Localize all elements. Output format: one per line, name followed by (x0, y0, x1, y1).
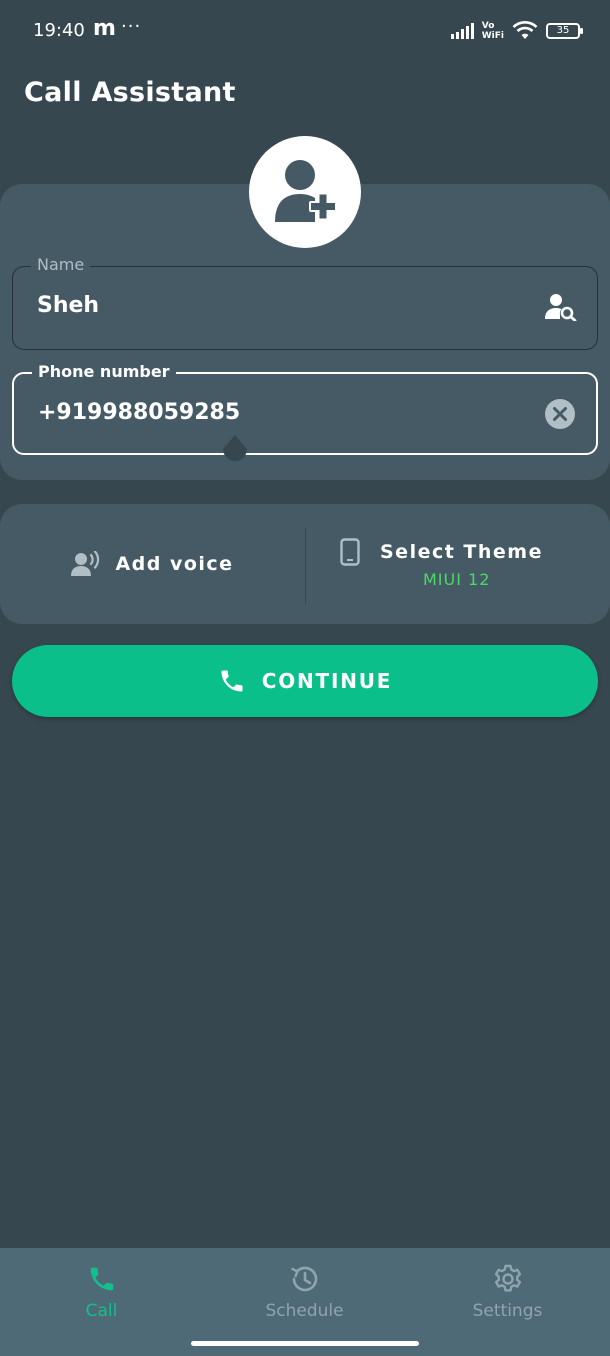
add-person-icon (275, 160, 337, 222)
bottom-navigation: Call Schedule Settings (0, 1248, 610, 1356)
text-cursor-handle[interactable] (221, 435, 249, 465)
clock-history-icon (290, 1266, 317, 1292)
call-assistant-screen: 19:40 m ··· Vo WiFi 35 Call Assistant Na… (0, 0, 610, 1356)
voice-person-icon (71, 551, 100, 576)
more-notifications-icon: ··· (121, 16, 142, 37)
phone-device-icon (340, 538, 360, 566)
nav-item-call[interactable]: Call (0, 1248, 203, 1338)
add-voice-button[interactable]: Add voice (0, 504, 305, 624)
wifi-icon (512, 21, 538, 39)
status-bar: 19:40 m ··· Vo WiFi 35 (0, 0, 610, 60)
add-voice-label: Add voice (115, 553, 234, 575)
add-contact-avatar-button[interactable] (249, 136, 361, 248)
gear-icon (494, 1264, 521, 1292)
nav-call-icon-wrap (85, 1262, 119, 1296)
phone-number-field[interactable]: Phone number +919988059285 (12, 362, 598, 455)
clear-icon (545, 399, 575, 429)
signal-icon (450, 23, 474, 39)
nav-label-call: Call (85, 1301, 118, 1321)
home-indicator[interactable] (191, 1341, 419, 1346)
nav-item-settings[interactable]: Settings (406, 1248, 609, 1338)
nav-settings-icon-wrap (491, 1262, 525, 1296)
notification-app-icon: m (93, 16, 116, 41)
select-theme-button[interactable]: Select Theme MIUI 12 (306, 504, 610, 624)
person-search-icon (545, 294, 577, 321)
vowifi-line1: Vo (481, 21, 495, 31)
nav-label-settings: Settings (472, 1301, 543, 1321)
vowifi-indicator: Vo WiFi (482, 21, 504, 41)
page-title: Call Assistant (24, 77, 236, 108)
nav-item-schedule[interactable]: Schedule (203, 1248, 406, 1338)
phone-icon (221, 670, 243, 692)
vowifi-line2: WiFi (481, 31, 504, 41)
name-field-label: Name (31, 255, 91, 275)
select-theme-label: Select Theme (380, 541, 543, 563)
phone-field-value[interactable]: +919988059285 (38, 400, 518, 425)
phone-icon (90, 1267, 113, 1291)
battery-icon: 35 (546, 23, 583, 39)
clear-phone-button[interactable] (544, 398, 576, 430)
continue-label: CONTINUE (261, 669, 393, 693)
name-field-value[interactable]: Sheh (37, 293, 517, 318)
options-card: Add voice Select Theme MIUI 12 (0, 504, 610, 624)
nav-label-schedule: Schedule (265, 1301, 344, 1321)
phone-field-label: Phone number (32, 362, 176, 382)
name-field[interactable]: Name Sheh (12, 255, 598, 350)
contact-search-button[interactable] (545, 291, 577, 323)
status-time: 19:40 (33, 20, 85, 41)
status-indicators: Vo WiFi 35 (450, 18, 583, 44)
nav-schedule-icon-wrap (288, 1262, 322, 1296)
continue-button[interactable]: CONTINUE (12, 645, 598, 717)
selected-theme-value: MIUI 12 (423, 570, 491, 589)
